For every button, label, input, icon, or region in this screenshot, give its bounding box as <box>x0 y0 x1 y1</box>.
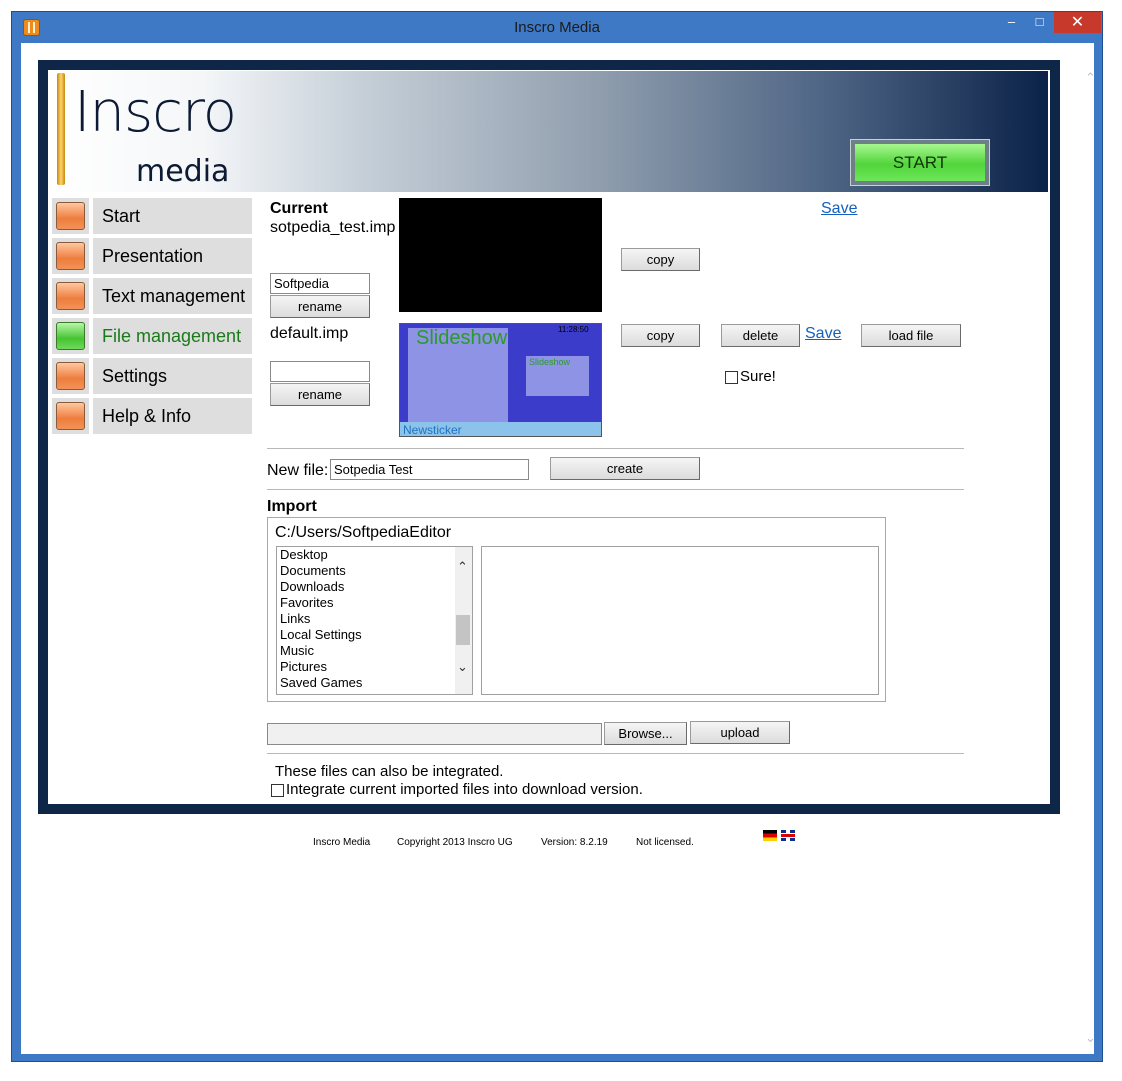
list-item[interactable]: Desktop <box>277 547 472 563</box>
import-heading: Import <box>267 498 317 515</box>
chevron-down-icon[interactable]: ⌄ <box>457 659 468 675</box>
chevron-up-icon[interactable]: ⌃ <box>457 559 468 575</box>
directory-scrollbar[interactable]: ⌃ ⌄ <box>455 547 472 694</box>
integrate-checkbox[interactable] <box>271 784 284 797</box>
rename-button-current[interactable]: rename <box>270 295 370 318</box>
preview-small-title: Slideshow <box>529 357 571 367</box>
list-item[interactable]: Downloads <box>277 579 472 595</box>
file-list[interactable] <box>481 546 879 695</box>
list-item[interactable]: Documents <box>277 563 472 579</box>
rename-button-default[interactable]: rename <box>270 383 370 406</box>
preview-title: Slideshow <box>416 327 508 349</box>
client-area: ⌃ ⌄ Inscro media START Start Presentatio… <box>21 43 1096 1054</box>
app-frame: Inscro media START Start Presentation Te… <box>38 60 1060 814</box>
nav-item-file-management[interactable]: File management <box>52 318 252 354</box>
save-link-default[interactable]: Save <box>805 325 841 343</box>
scroll-up-icon[interactable]: ⌃ <box>1085 70 1096 86</box>
nav-help-info-icon <box>52 398 89 434</box>
window-title: Inscro Media <box>514 19 600 36</box>
list-item[interactable]: Saved Games <box>277 675 472 691</box>
new-file-input[interactable]: Sotpedia Test <box>330 459 529 480</box>
create-button[interactable]: create <box>550 457 700 480</box>
rename-field-current[interactable]: Softpedia <box>270 273 370 294</box>
logo-bar <box>57 73 65 185</box>
nav-item-help-info[interactable]: Help & Info <box>52 398 252 434</box>
preview-newsticker: Newsticker <box>400 422 601 436</box>
header-banner: Inscro media START <box>54 71 1048 192</box>
copy-button-default[interactable]: copy <box>621 324 700 347</box>
nav-item-text-management[interactable]: Text management <box>52 278 252 314</box>
english-flag-icon[interactable] <box>781 830 795 841</box>
nav-text-management-icon <box>52 278 89 314</box>
scrollbar-thumb[interactable] <box>456 615 470 645</box>
maximize-button[interactable]: □ <box>1026 12 1053 33</box>
german-flag-icon[interactable] <box>763 830 777 841</box>
browse-button[interactable]: Browse... <box>604 722 687 745</box>
nav-presentation-icon <box>52 238 89 274</box>
upload-path-field[interactable] <box>267 723 602 745</box>
list-item[interactable]: Local Settings <box>277 627 472 643</box>
preview-clock: 11:28:50 <box>558 325 589 334</box>
app-content: Inscro media START Start Presentation Te… <box>48 70 1050 804</box>
nav-settings-icon <box>52 358 89 394</box>
rename-field-default[interactable] <box>270 361 370 382</box>
default-file-name: default.imp <box>270 325 349 342</box>
nav-item-label: Help & Info <box>93 398 252 434</box>
footer-license: Not licensed. <box>636 837 694 848</box>
nav-file-management-icon <box>52 318 89 354</box>
minimize-button[interactable]: – <box>998 12 1025 33</box>
integrate-info: These files can also be integrated. <box>275 763 504 780</box>
list-item[interactable]: Music <box>277 643 472 659</box>
default-file-preview: Slideshow Slideshow 11:28:50 Newsticker <box>399 323 602 437</box>
save-link-current[interactable]: Save <box>821 200 857 218</box>
nav-item-label: Presentation <box>93 238 252 274</box>
upload-button[interactable]: upload <box>690 721 790 744</box>
start-button[interactable]: START <box>850 139 990 186</box>
integrate-label: Integrate current imported files into do… <box>286 781 643 798</box>
load-file-button[interactable]: load file <box>861 324 961 347</box>
current-heading: Current <box>270 200 328 217</box>
nav-item-label: Settings <box>93 358 252 394</box>
logo-text-top: Inscro <box>74 80 237 145</box>
current-file-name: sotpedia_test.imp <box>270 219 396 236</box>
nav-item-settings[interactable]: Settings <box>52 358 252 394</box>
list-item[interactable]: Favorites <box>277 595 472 611</box>
nav-item-start[interactable]: Start <box>52 198 252 234</box>
title-bar[interactable]: Inscro Media – □ ✕ <box>12 12 1102 43</box>
start-button-label: START <box>855 144 985 181</box>
current-file-preview <box>399 198 602 312</box>
nav-item-label: Text management <box>93 278 252 314</box>
list-item[interactable]: Pictures <box>277 659 472 675</box>
close-button[interactable]: ✕ <box>1054 12 1101 33</box>
footer-version: Version: 8.2.19 <box>541 837 608 848</box>
divider <box>267 448 964 449</box>
sure-label: Sure! <box>740 368 776 385</box>
logo-text-bottom: media <box>136 154 230 189</box>
delete-button[interactable]: delete <box>721 324 800 347</box>
import-path: C:/Users/SoftpediaEditor <box>275 524 452 541</box>
footer-copyright: Copyright 2013 Inscro UG <box>397 837 513 848</box>
nav-start-icon <box>52 198 89 234</box>
divider <box>267 489 964 490</box>
new-file-label: New file: <box>267 462 329 479</box>
divider <box>267 753 964 754</box>
footer-app: Inscro Media <box>313 837 371 848</box>
nav-item-label: Start <box>93 198 252 234</box>
list-item[interactable]: Links <box>277 611 472 627</box>
directory-list[interactable]: Desktop Documents Downloads Favorites Li… <box>276 546 473 695</box>
nav-item-presentation[interactable]: Presentation <box>52 238 252 274</box>
nav-item-label: File management <box>93 318 252 354</box>
app-window: Inscro Media – □ ✕ ⌃ ⌄ Inscro media STAR… <box>11 11 1103 1062</box>
sure-checkbox[interactable] <box>725 371 738 384</box>
import-panel: C:/Users/SoftpediaEditor Desktop Documen… <box>267 517 886 702</box>
copy-button-current[interactable]: copy <box>621 248 700 271</box>
scroll-down-icon[interactable]: ⌄ <box>1085 1030 1096 1046</box>
